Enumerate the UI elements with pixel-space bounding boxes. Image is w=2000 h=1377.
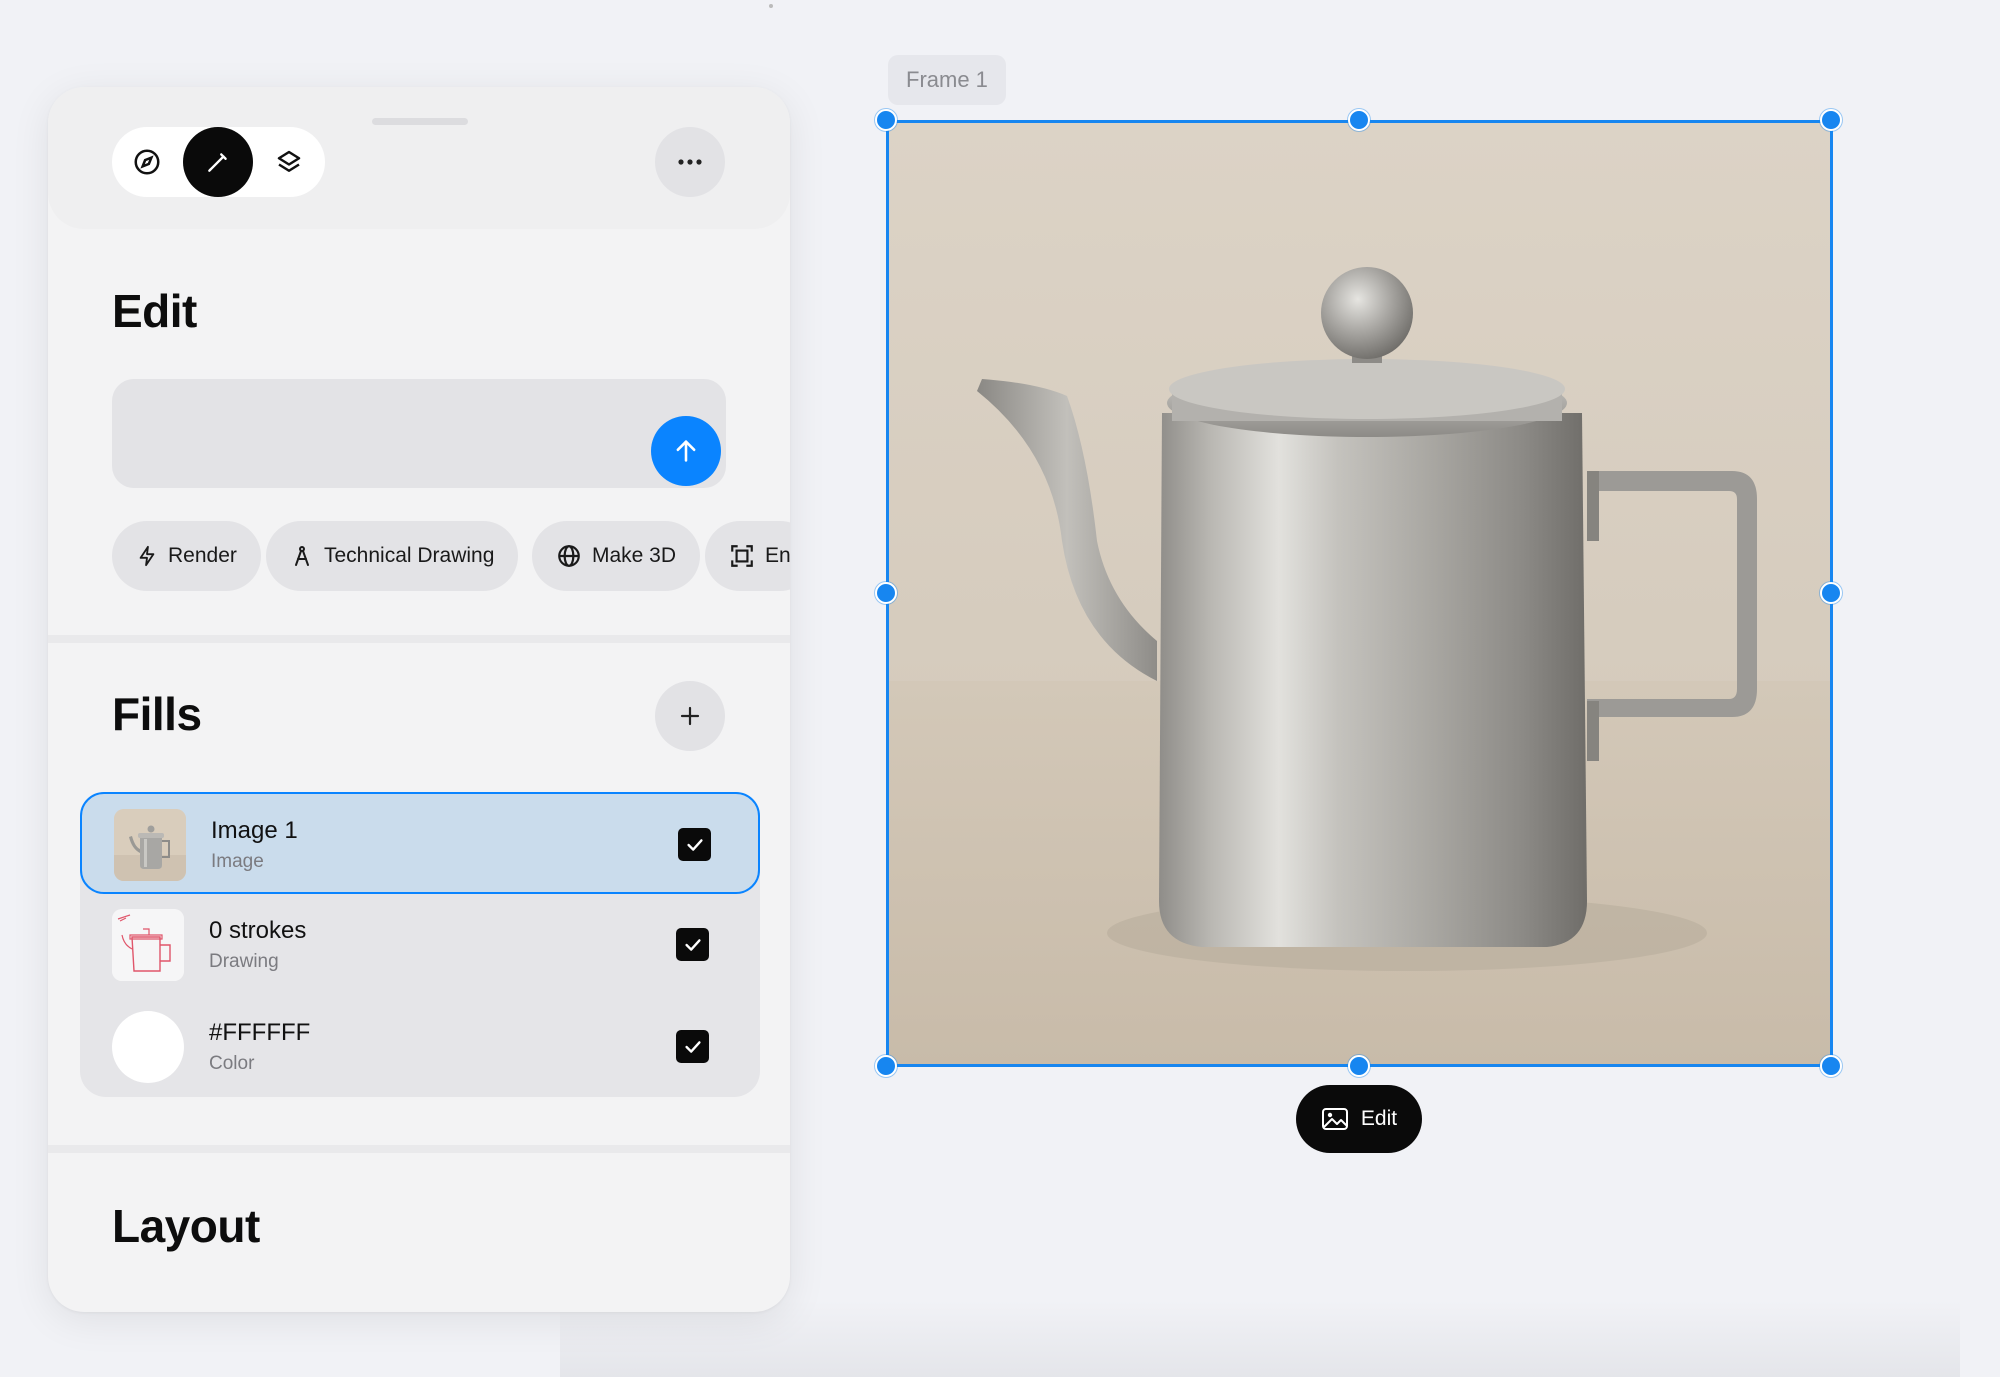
chip-enhance[interactable]: En	[705, 521, 790, 591]
image-icon	[1321, 1108, 1348, 1130]
edit-prompt-input[interactable]	[112, 379, 726, 488]
resize-handle-top-right[interactable]	[1820, 109, 1842, 131]
edit-image-label: Edit	[1360, 1107, 1398, 1130]
checkmark-icon	[686, 838, 703, 851]
fill-name: #FFFFFF	[209, 1019, 311, 1046]
fill-row-image[interactable]: Image 1 Image	[80, 792, 760, 894]
checkmark-icon	[684, 1040, 701, 1053]
frame-image[interactable]	[887, 121, 1832, 1066]
compass-drafting-icon	[295, 546, 309, 566]
ellipsis-icon	[678, 159, 702, 165]
chip-technical-drawing[interactable]: Technical Drawing	[266, 521, 519, 591]
globe-icon	[558, 545, 580, 567]
fills-section-title: Fills	[112, 688, 202, 740]
drawing-thumbnail	[112, 909, 184, 981]
layout-section-title: Layout	[112, 1200, 260, 1252]
chip-make-3d-label: Make 3D	[592, 544, 677, 567]
fill-type: Image	[211, 851, 264, 872]
image-thumbnail	[114, 809, 186, 881]
layers-icon	[277, 150, 301, 172]
resize-handle-left[interactable]	[875, 582, 897, 604]
teapot-image	[887, 121, 1832, 1066]
resize-handle-top-left[interactable]	[875, 109, 897, 131]
frame-label[interactable]: Frame 1	[888, 55, 1006, 105]
fill-visibility-checkbox[interactable]	[676, 928, 709, 961]
plus-icon	[680, 706, 700, 726]
edit-image-button[interactable]: Edit	[1296, 1085, 1422, 1153]
canvas-dot	[769, 4, 773, 8]
fill-visibility-checkbox[interactable]	[678, 828, 711, 861]
fill-row-drawing[interactable]: 0 strokes Drawing	[80, 894, 760, 996]
resize-handle-bottom-left[interactable]	[875, 1055, 897, 1077]
quick-actions: Render Technical Drawing Make 3D En	[112, 521, 790, 591]
arrow-up-icon	[676, 440, 696, 462]
fill-type: Color	[209, 1053, 255, 1074]
mode-edit-button[interactable]	[183, 127, 253, 197]
checkmark-icon	[684, 938, 701, 951]
chip-render[interactable]: Render	[112, 521, 261, 591]
pencil-icon	[208, 153, 227, 172]
fill-type: Drawing	[209, 951, 279, 972]
section-divider	[48, 635, 790, 643]
panel-grabber[interactable]	[372, 118, 468, 125]
edit-section-title: Edit	[112, 285, 197, 337]
chip-enhance-label: En	[765, 544, 790, 567]
canvas[interactable]: Edit Render Technical Drawing Make 3D En	[0, 0, 2000, 1377]
section-divider	[48, 1145, 790, 1153]
fill-visibility-checkbox[interactable]	[676, 1030, 709, 1063]
color-swatch[interactable]	[112, 1011, 184, 1083]
mode-explore-button[interactable]	[112, 127, 182, 197]
chip-make-3d[interactable]: Make 3D	[532, 521, 701, 591]
fill-name: Image 1	[211, 817, 298, 844]
resize-handle-right[interactable]	[1820, 582, 1842, 604]
more-options-button[interactable]	[655, 127, 725, 197]
fill-name: 0 strokes	[209, 917, 307, 944]
inspector-panel: Edit Render Technical Drawing Make 3D En	[48, 87, 790, 1312]
panel-toolbar	[48, 87, 790, 229]
frame-focus-icon	[731, 545, 753, 567]
send-button[interactable]	[651, 416, 721, 486]
mode-layers-button[interactable]	[254, 127, 324, 197]
bolt-icon	[139, 545, 155, 567]
mode-switcher	[112, 127, 325, 197]
canvas-shadow	[560, 1300, 1960, 1377]
resize-handle-top[interactable]	[1348, 109, 1370, 131]
fill-row-color[interactable]: #FFFFFF Color	[80, 996, 760, 1098]
fills-list: Image 1 Image 0 strokes Drawing #FFFFFF …	[80, 792, 760, 1097]
add-fill-button[interactable]	[655, 681, 725, 751]
compass-icon	[134, 149, 160, 175]
resize-handle-bottom[interactable]	[1348, 1055, 1370, 1077]
sketch-thumbnail-icon	[112, 909, 184, 981]
resize-handle-bottom-right[interactable]	[1820, 1055, 1842, 1077]
teapot-thumbnail-icon	[114, 809, 186, 881]
chip-technical-drawing-label: Technical Drawing	[324, 544, 495, 567]
chip-render-label: Render	[168, 544, 237, 567]
